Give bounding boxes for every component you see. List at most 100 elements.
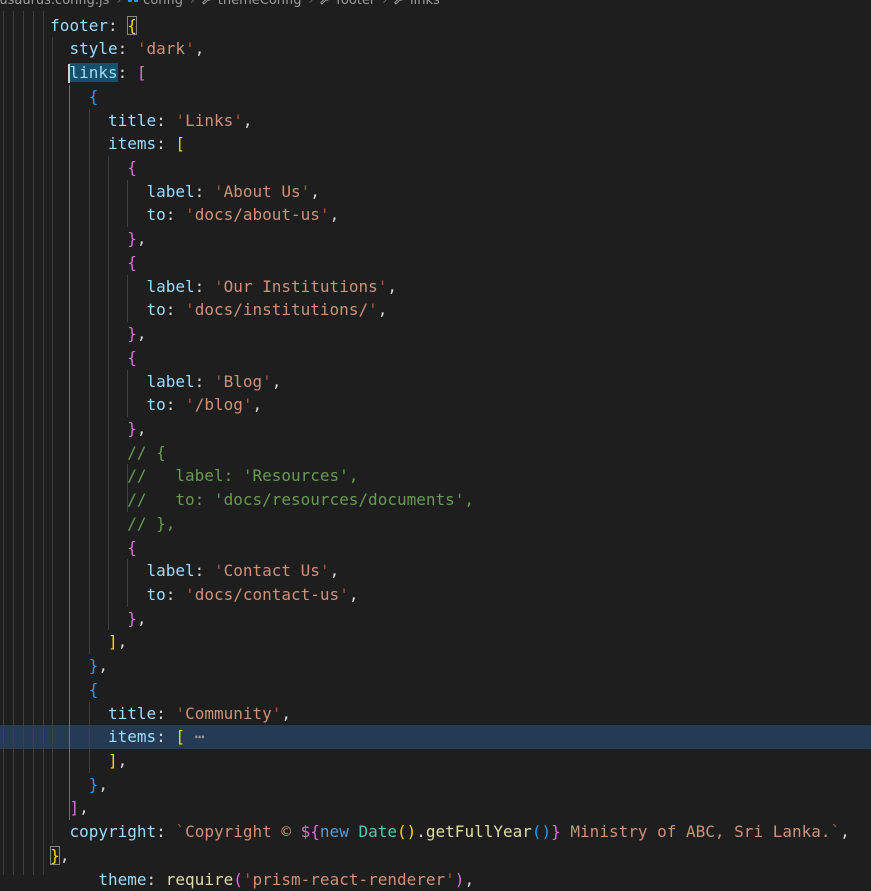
token: ' bbox=[339, 585, 349, 604]
token: getFullYear bbox=[426, 822, 532, 841]
token bbox=[156, 870, 166, 889]
token: . bbox=[416, 822, 426, 841]
breadcrumb-item-docusaurus.config.js[interactable]: docusaurus.config.js bbox=[0, 0, 109, 8]
token: Blog bbox=[224, 372, 263, 391]
code-line-1[interactable]: footer: { bbox=[0, 14, 871, 38]
token: ⋯ bbox=[195, 727, 206, 746]
code-line-17[interactable]: to: '/blog', bbox=[0, 393, 871, 417]
token bbox=[2, 158, 127, 177]
breadcrumb-item-footer[interactable]: footer bbox=[320, 0, 375, 8]
code-line-27[interactable]: ], bbox=[0, 630, 871, 654]
token: ] bbox=[69, 798, 79, 817]
token: , bbox=[387, 277, 397, 296]
token: Copyright © bbox=[185, 822, 301, 841]
code-line-5[interactable]: title: 'Links', bbox=[0, 109, 871, 133]
code-line-15[interactable]: { bbox=[0, 346, 871, 370]
token: , bbox=[378, 300, 388, 319]
token: Contact Us bbox=[224, 561, 320, 580]
token bbox=[204, 372, 214, 391]
code-line-23[interactable]: { bbox=[0, 536, 871, 560]
code-line-10[interactable]: }, bbox=[0, 227, 871, 251]
breadcrumb-item-config[interactable]: config bbox=[128, 0, 183, 8]
token bbox=[2, 727, 108, 746]
wrench-icon bbox=[394, 0, 405, 6]
code-line-29[interactable]: { bbox=[0, 678, 871, 702]
token: , bbox=[118, 751, 128, 770]
breadcrumb-separator: › bbox=[382, 0, 387, 7]
code-line-11[interactable]: { bbox=[0, 251, 871, 275]
token: ( bbox=[233, 870, 243, 889]
code-line-26[interactable]: }, bbox=[0, 607, 871, 631]
code-line-21[interactable]: // to: 'docs/resources/documents', bbox=[0, 488, 871, 512]
code-line-9[interactable]: to: 'docs/about-us', bbox=[0, 203, 871, 227]
token bbox=[127, 39, 137, 58]
breadcrumb-item-themeConfig[interactable]: themeConfig bbox=[202, 0, 302, 8]
code-line-31[interactable]: items: [ ⋯ bbox=[0, 725, 871, 749]
breadcrumb-item-links[interactable]: links bbox=[394, 0, 440, 8]
code-line-35[interactable]: copyright: `Copyright © ${new Date().get… bbox=[0, 820, 871, 844]
code-line-24[interactable]: label: 'Contact Us', bbox=[0, 559, 871, 583]
code-line-28[interactable]: }, bbox=[0, 654, 871, 678]
object-icon-dot bbox=[134, 0, 138, 2]
code-line-12[interactable]: label: 'Our Institutions', bbox=[0, 275, 871, 299]
code-line-34[interactable]: ], bbox=[0, 796, 871, 820]
token: ' bbox=[243, 395, 253, 414]
token: copyright bbox=[69, 822, 156, 841]
code-line-7[interactable]: { bbox=[0, 156, 871, 180]
code-editor[interactable]: }, footer: { style: 'dark', links: [ { t… bbox=[0, 0, 871, 875]
code-line-36[interactable]: }, bbox=[0, 844, 871, 868]
token: } bbox=[127, 609, 137, 628]
token: () bbox=[397, 822, 416, 841]
token: ' bbox=[214, 182, 224, 201]
code-lines[interactable]: }, footer: { style: 'dark', links: [ { t… bbox=[0, 0, 871, 891]
token: prism-react-renderer bbox=[253, 870, 446, 889]
code-line-16[interactable]: label: 'Blog', bbox=[0, 370, 871, 394]
token: } bbox=[551, 822, 561, 841]
code-line-18[interactable]: }, bbox=[0, 417, 871, 441]
token bbox=[2, 751, 108, 770]
token: { bbox=[127, 348, 137, 367]
code-line-4[interactable]: { bbox=[0, 85, 871, 109]
token: { bbox=[127, 253, 137, 272]
token bbox=[2, 538, 127, 557]
token: ' bbox=[378, 277, 388, 296]
token bbox=[204, 561, 214, 580]
code-line-14[interactable]: }, bbox=[0, 322, 871, 346]
token bbox=[175, 585, 185, 604]
token: theme bbox=[98, 870, 146, 889]
code-line-30[interactable]: title: 'Community', bbox=[0, 702, 871, 726]
token: : bbox=[195, 561, 205, 580]
token bbox=[2, 443, 127, 462]
token: Links bbox=[185, 111, 233, 130]
token: Our Institutions bbox=[224, 277, 378, 296]
code-line-33[interactable]: }, bbox=[0, 773, 871, 797]
breadcrumb[interactable]: docusaurus.config.js›config›themeConfig›… bbox=[0, 0, 871, 11]
token bbox=[2, 609, 127, 628]
token: ' bbox=[175, 704, 185, 723]
token: : bbox=[166, 395, 176, 414]
code-line-19[interactable]: // { bbox=[0, 441, 871, 465]
code-line-13[interactable]: to: 'docs/institutions/', bbox=[0, 298, 871, 322]
code-line-3[interactable]: links: [ bbox=[0, 61, 871, 85]
token: , bbox=[118, 632, 128, 651]
object-icon-dot bbox=[128, 0, 132, 2]
code-line-37[interactable]: theme: require('prism-react-renderer'), bbox=[0, 868, 871, 891]
code-line-22[interactable]: // }, bbox=[0, 512, 871, 536]
breadcrumb-separator: › bbox=[190, 0, 195, 7]
token bbox=[204, 277, 214, 296]
code-line-8[interactable]: label: 'About Us', bbox=[0, 180, 871, 204]
token: [ bbox=[175, 134, 185, 153]
code-line-20[interactable]: // label: 'Resources', bbox=[0, 464, 871, 488]
token bbox=[2, 490, 127, 509]
token: ${ bbox=[301, 822, 320, 841]
code-line-2[interactable]: style: 'dark', bbox=[0, 37, 871, 61]
token: // to: 'docs/resources/documents', bbox=[127, 490, 474, 509]
token: ' bbox=[320, 561, 330, 580]
token: // }, bbox=[127, 514, 175, 533]
object-icon bbox=[128, 0, 138, 2]
code-line-6[interactable]: items: [ bbox=[0, 132, 871, 156]
token: , bbox=[137, 229, 147, 248]
token: { bbox=[127, 538, 137, 557]
code-line-32[interactable]: ], bbox=[0, 749, 871, 773]
code-line-25[interactable]: to: 'docs/contact-us', bbox=[0, 583, 871, 607]
